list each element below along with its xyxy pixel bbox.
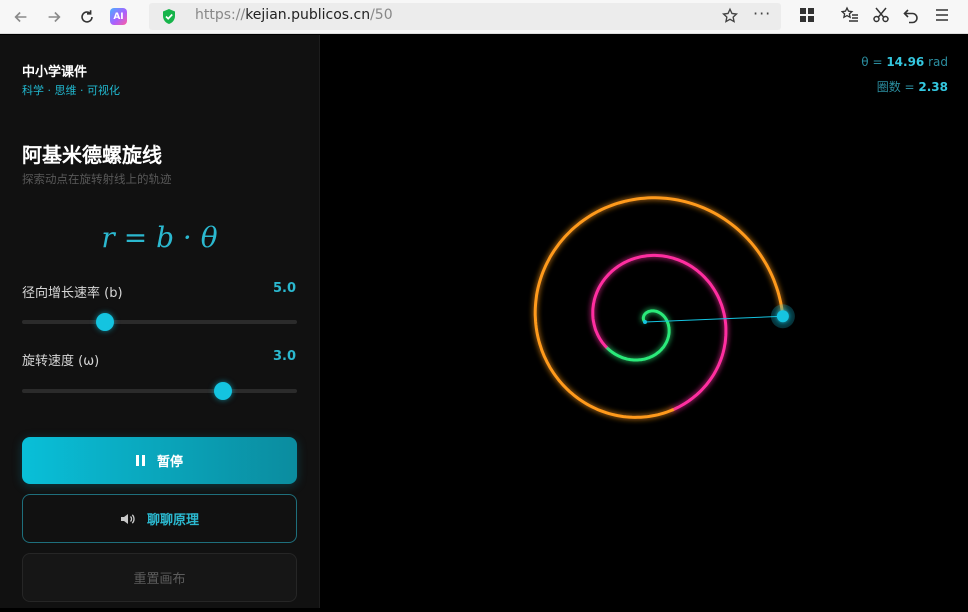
ai-assistant-icon[interactable]: AI <box>110 8 127 25</box>
scissors-icon[interactable] <box>872 6 892 26</box>
growth-rate-value: 5.0 <box>272 281 296 296</box>
speaker-icon <box>120 513 135 525</box>
pause-button[interactable]: 暂停 <box>22 437 297 484</box>
spiral-inner-segment <box>604 309 671 362</box>
spiral-center <box>643 320 647 324</box>
rotation-speed-slider-thumb[interactable] <box>213 382 232 400</box>
spiral-middle-segment <box>591 253 728 412</box>
theta-readout: θ = 14.96 rad <box>861 55 948 69</box>
brand-tags: 科学 · 思维 · 可视化 <box>22 84 120 97</box>
growth-rate-label: 径向增长速率 (b) <box>22 286 123 301</box>
rotation-speed-slider[interactable] <box>22 382 297 400</box>
spiral-drawing <box>533 196 795 419</box>
rotation-speed-label: 旋转速度 (ω) <box>22 354 100 369</box>
url-text: https://kejian.publicos.cn/50 <box>195 7 393 23</box>
drawing-canvas[interactable]: θ = 14.96 rad 圈数 = 2.38 <box>321 35 968 608</box>
browser-toolbar: AI https://kejian.publicos.cn/50 ··· <box>0 0 968 34</box>
menu-icon[interactable] <box>933 6 953 26</box>
bookmark-star-icon[interactable] <box>721 7 739 25</box>
apps-grid-icon[interactable] <box>798 6 818 26</box>
address-bar[interactable]: https://kejian.publicos.cn/50 ··· <box>149 3 781 30</box>
growth-rate-slider-thumb[interactable] <box>95 313 114 331</box>
spiral-outer-segment <box>533 196 785 419</box>
control-sidebar: 中小学课件 科学 · 思维 · 可视化 阿基米德螺旋线 探索动点在旋转射线上的轨… <box>0 35 320 608</box>
turns-readout: 圈数 = 2.38 <box>876 80 948 94</box>
reset-canvas-button[interactable]: 重置画布 <box>22 553 297 602</box>
more-icon[interactable]: ··· <box>753 4 771 23</box>
back-icon[interactable] <box>9 5 33 29</box>
moving-point <box>776 310 789 323</box>
favorites-list-icon[interactable] <box>840 6 861 26</box>
page-subtitle: 探索动点在旋转射线上的轨迹 <box>22 172 172 186</box>
theta-value: 14.96 <box>886 55 925 69</box>
pause-button-label: 暂停 <box>156 455 183 470</box>
pause-icon <box>135 455 145 466</box>
rotation-speed-value: 3.0 <box>272 349 296 364</box>
explain-principle-label: 聊聊原理 <box>146 513 199 528</box>
formula: r = b · θ <box>101 221 218 254</box>
reset-canvas-label: 重置画布 <box>133 572 186 587</box>
page-title: 阿基米德螺旋线 <box>22 143 162 167</box>
growth-rate-slider[interactable] <box>22 313 297 331</box>
explain-principle-button[interactable]: 聊聊原理 <box>22 494 297 543</box>
undo-icon[interactable] <box>902 6 922 26</box>
secure-shield-icon <box>163 9 175 24</box>
brand-title: 中小学课件 <box>22 65 88 80</box>
forward-icon[interactable] <box>42 5 66 29</box>
reload-icon[interactable] <box>75 5 99 29</box>
turns-value: 2.38 <box>918 80 948 94</box>
